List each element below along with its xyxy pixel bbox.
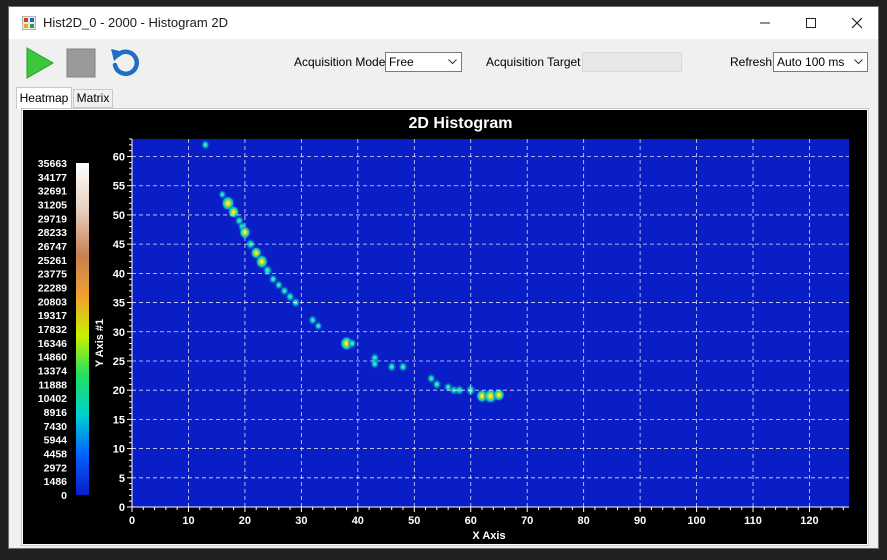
chevron-down-icon: [854, 59, 863, 65]
y-tick-label: 35: [113, 298, 125, 310]
colorbar-label: 11888: [38, 379, 67, 391]
plot-background: [132, 139, 849, 507]
colorbar-label: 28233: [38, 227, 67, 239]
colorbar-label: 35663: [38, 158, 67, 170]
minimize-icon: [760, 22, 770, 24]
colorbar-label: 25261: [38, 255, 67, 267]
heatmap-cell: [200, 139, 211, 151]
tab-heatmap[interactable]: Heatmap: [16, 87, 72, 109]
y-tick-label: 25: [113, 356, 125, 368]
colorbar-label: 22289: [38, 283, 67, 295]
colorbar-label: 17832: [38, 324, 67, 336]
app-window: Hist2D_0 - 2000 - Histogram 2D Acquisiti…: [8, 6, 879, 549]
y-tick-label: 20: [113, 385, 125, 397]
colorbar-label: 19317: [38, 310, 67, 322]
acquisition-mode-label: Acquisition Mode: [294, 55, 386, 69]
colorbar-label: 5944: [44, 435, 68, 447]
colorbar-label: 2972: [44, 462, 68, 474]
heatmap-cell: [369, 358, 380, 370]
colorbar-label: 0: [61, 490, 67, 502]
y-tick-label: 15: [113, 414, 125, 426]
colorbar-label: 20803: [38, 296, 67, 308]
refresh-value: Auto 100 ms: [777, 55, 845, 69]
x-tick-label: 80: [578, 515, 590, 527]
y-tick-label: 30: [113, 327, 125, 339]
colorbar-label: 34177: [38, 172, 67, 184]
heatmap-chart: 2D Histogram 0 10 20 30 40 50 60 70 80 90 100 110 120…: [23, 110, 867, 544]
chart-title: 2D Histogram: [408, 115, 512, 132]
acquisition-mode-select[interactable]: Free: [385, 52, 462, 72]
chart-canvas: 2D Histogram0 10 20 30 40 50 60 70 80 90 100 110 120…: [38, 115, 849, 542]
stop-icon[interactable]: [66, 48, 96, 78]
chevron-down-icon: [448, 59, 457, 65]
maximize-icon: [806, 18, 816, 28]
acquisition-target-field[interactable]: [582, 52, 682, 72]
app-icon: [22, 16, 36, 30]
tab-matrix[interactable]: Matrix: [73, 89, 113, 108]
tab-matrix-label: Matrix: [76, 91, 110, 105]
colorbar-label: 1486: [44, 476, 68, 488]
colorbar: [76, 163, 89, 495]
y-tick-label: 60: [113, 152, 125, 164]
colorbar-label: 13374: [38, 366, 67, 378]
acquisition-mode-value: Free: [389, 55, 414, 69]
heatmap-cell: [431, 378, 442, 391]
x-tick-label: 20: [239, 515, 251, 527]
y-tick-label: 50: [113, 210, 125, 222]
x-tick-label: 40: [352, 515, 364, 527]
x-tick-label: 90: [634, 515, 646, 527]
acquisition-target-label: Acquisition Target: [486, 55, 581, 69]
y-tick-label: 0: [119, 502, 125, 514]
colorbar-label: 8916: [44, 407, 68, 419]
y-axis-label: Y Axis #1: [94, 319, 106, 367]
tab-heatmap-label: Heatmap: [19, 91, 69, 105]
x-tick-label: 120: [800, 515, 818, 527]
close-button[interactable]: [834, 7, 880, 39]
y-tick-label: 45: [113, 239, 125, 251]
minimize-button[interactable]: [742, 7, 788, 39]
colorbar-label: 26747: [38, 241, 67, 253]
x-tick-label: 100: [687, 515, 705, 527]
colorbar-label: 14860: [38, 352, 67, 364]
colorbar-label: 16346: [38, 338, 67, 350]
colorbar-label: 10402: [38, 393, 67, 405]
x-tick-label: 110: [744, 515, 762, 527]
heatmap-cell: [313, 320, 323, 331]
colorbar-label: 4458: [44, 449, 68, 461]
x-tick-label: 50: [408, 515, 420, 527]
heatmap-cell: [397, 361, 409, 373]
maximize-button[interactable]: [788, 7, 834, 39]
y-tick-label: 5: [119, 473, 125, 485]
refresh-icon[interactable]: [109, 46, 141, 78]
toolbar: Acquisition Mode Free Acquisition Target…: [9, 39, 878, 91]
colorbar-label: 32691: [38, 186, 67, 198]
refresh-select[interactable]: Auto 100 ms: [773, 52, 868, 72]
colorbar-label: 31205: [38, 200, 67, 212]
window-title: Hist2D_0 - 2000 - Histogram 2D: [43, 15, 228, 30]
refresh-label: Refresh: [730, 55, 773, 69]
close-icon: [851, 17, 863, 29]
y-tick-label: 10: [113, 444, 125, 456]
y-tick-label: 55: [113, 181, 125, 193]
x-tick-label: 30: [295, 515, 307, 527]
colorbar-label: 29719: [38, 213, 67, 225]
x-axis-label: X Axis: [472, 530, 505, 542]
heatmap-cell: [347, 337, 358, 349]
x-tick-label: 0: [129, 515, 135, 527]
play-icon[interactable]: [25, 47, 55, 79]
colorbar-label: 23775: [38, 269, 67, 281]
x-tick-label: 60: [465, 515, 477, 527]
title-bar: Hist2D_0 - 2000 - Histogram 2D: [9, 7, 878, 39]
x-tick-label: 10: [182, 515, 194, 527]
y-tick-label: 40: [113, 268, 125, 280]
x-tick-label: 70: [521, 515, 533, 527]
colorbar-label: 7430: [44, 421, 68, 433]
heatmap-cell: [386, 361, 397, 373]
